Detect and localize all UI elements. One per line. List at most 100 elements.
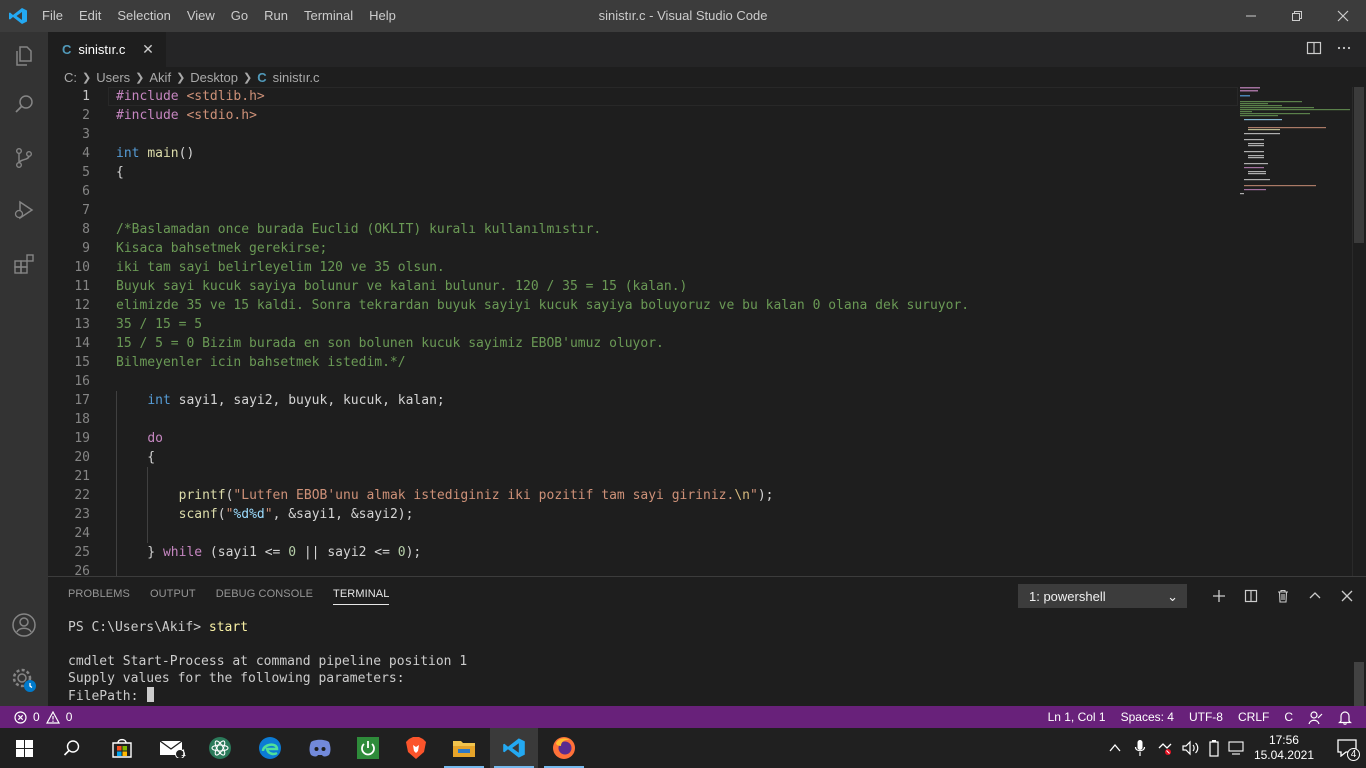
tab-close-icon[interactable]: ✕ [140,41,156,57]
menu-go[interactable]: Go [223,0,256,32]
tab-output[interactable]: OUTPUT [150,588,196,605]
atom-icon [209,737,231,759]
kill-terminal-button[interactable] [1267,585,1299,607]
feedback-icon[interactable] [1308,710,1323,725]
power-icon [357,737,379,759]
terminal-line: cmdlet Start-Process at command pipeline… [68,654,468,669]
taskbar-file-explorer[interactable] [440,728,488,768]
menu-edit[interactable]: Edit [71,0,109,32]
breadcrumb-users[interactable]: Users [96,70,130,85]
terminal-filepath-prompt: FilePath: [68,689,147,704]
c-language-icon: C [62,42,72,57]
tab-problems[interactable]: PROBLEMS [68,588,130,605]
breadcrumb-drive[interactable]: C: [64,70,77,85]
menu-file[interactable]: File [34,0,71,32]
split-terminal-button[interactable] [1235,585,1267,607]
encoding[interactable]: UTF-8 [1189,706,1223,728]
restore-button[interactable] [1274,0,1320,32]
c-language-icon: C [257,69,267,85]
minimap[interactable] [1236,87,1354,207]
taskbar-mail[interactable]: 1 [148,728,196,768]
language-mode[interactable]: C [1284,706,1293,728]
terminal-select-value: 1: powershell [1029,589,1106,604]
clock[interactable]: 17:56 15.04.2021 [1254,733,1314,763]
taskbar-firefox[interactable] [540,728,588,768]
close-window-button[interactable] [1320,0,1366,32]
code-line: 10 iki tam sayi belirleyelim 120 ve 35 ol… [74,260,445,275]
breadcrumb-desktop[interactable]: Desktop [190,70,238,85]
chevron-right-icon: ❯ [82,71,92,84]
manage-button[interactable] [0,656,48,704]
tab-terminal[interactable]: TERMINAL [333,588,390,605]
editor-scrollbar[interactable] [1352,87,1366,576]
panel-actions [1203,585,1363,607]
maximize-panel-button[interactable] [1299,585,1331,607]
terminal-select[interactable]: 1: powershell ⌄ [1018,584,1187,608]
menu-selection[interactable]: Selection [109,0,178,32]
error-icon [14,710,27,724]
bottom-panel: PROBLEMS OUTPUT DEBUG CONSOLE TERMINAL 1… [48,576,1366,706]
plus-icon [1213,590,1225,602]
breadcrumb-akif[interactable]: Akif [149,70,171,85]
code-editor[interactable]: 1 #include <stdlib.h> 2 #include <stdio.h>… [48,87,1366,576]
split-icon [1244,589,1258,603]
problems-status[interactable]: 0 0 [14,706,72,728]
start-button[interactable] [0,728,48,768]
code-line: 13 35 / 15 = 5 [74,317,203,332]
breadcrumb-file[interactable]: sinistır.c [273,70,320,85]
minimize-button[interactable] [1228,0,1274,32]
account-icon [12,613,36,637]
action-center-button[interactable]: 4 [1328,728,1366,768]
extensions-button[interactable] [0,240,48,288]
end-of-line[interactable]: CRLF [1238,706,1269,728]
more-actions-icon[interactable] [1336,40,1352,56]
editor-tabs: C sinistır.c ✕ [48,32,1366,67]
taskbar-store[interactable] [98,728,146,768]
source-control-button[interactable] [0,134,48,182]
menu-run[interactable]: Run [256,0,296,32]
taskbar-search-button[interactable] [48,728,96,768]
explorer-button[interactable] [0,32,48,80]
terminal-prompt: PS C:\Users\Akif> [68,620,209,635]
indentation[interactable]: Spaces: 4 [1121,706,1174,728]
accounts-button[interactable] [0,601,48,649]
battery-icon[interactable] [1208,739,1220,757]
source-control-icon [15,148,32,169]
taskbar-discord[interactable] [296,728,344,768]
firefox-icon [553,737,575,759]
run-debug-button[interactable] [0,186,48,234]
tab-debug-console[interactable]: DEBUG CONSOLE [216,588,313,605]
discord-icon [309,739,331,757]
code-line: 7 [82,203,90,218]
menu-help[interactable]: Help [361,0,404,32]
taskbar-vscode[interactable] [490,728,538,768]
bell-icon[interactable] [1338,710,1352,725]
code-line: 16 [74,374,90,389]
code-line: 22 printf("Lutfen EBOB'unu almak istedig… [74,488,774,503]
search-icon [15,95,33,113]
scrollbar-thumb[interactable] [1354,87,1364,243]
folder-icon [453,741,475,757]
tab-label: sinistır.c [78,42,126,57]
new-terminal-button[interactable] [1203,585,1235,607]
chevron-up-icon[interactable] [1108,742,1122,754]
split-editor-icon[interactable] [1306,40,1322,56]
taskbar-edge[interactable] [246,728,294,768]
code-line: 9 Kisaca bahsetmek gerekirse; [82,241,328,256]
menu-terminal[interactable]: Terminal [296,0,361,32]
terminal-scrollbar-thumb[interactable] [1354,662,1364,706]
language-keyboard-icon[interactable] [1228,740,1246,756]
taskbar-atom-app[interactable] [196,728,244,768]
cursor-position[interactable]: Ln 1, Col 1 [1048,706,1106,728]
volume-icon[interactable] [1182,740,1200,756]
clock-date: 15.04.2021 [1253,748,1314,762]
tab-sinistir-c[interactable]: C sinistır.c ✕ [48,32,166,67]
close-panel-button[interactable] [1331,585,1363,607]
microphone-icon[interactable] [1134,739,1146,757]
terminal-input-line[interactable]: FilePath: [68,687,155,705]
network-icon[interactable] [1156,740,1174,756]
taskbar-brave[interactable] [392,728,440,768]
search-view-button[interactable] [0,80,48,128]
menu-view[interactable]: View [179,0,223,32]
taskbar-power-app[interactable] [344,728,392,768]
